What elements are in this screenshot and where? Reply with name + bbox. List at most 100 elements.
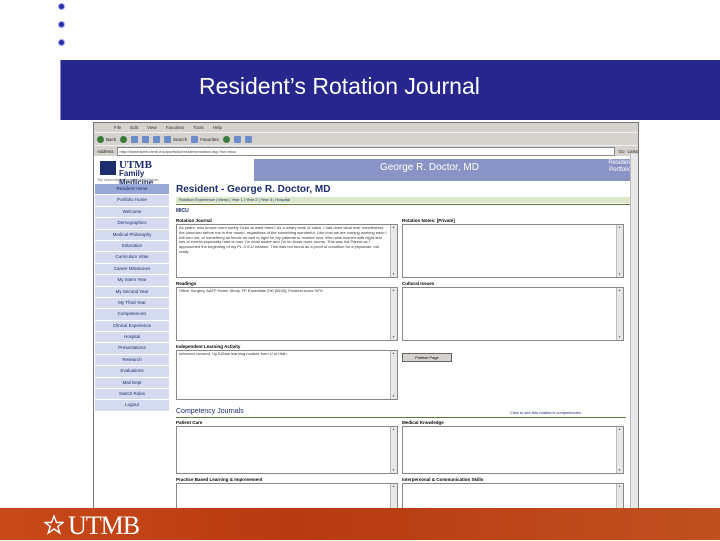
rotation-journal-text: As years, who knows more surely I'd be a… — [179, 225, 387, 254]
page-scrollbar[interactable] — [630, 154, 638, 510]
rotation-notes-textarea[interactable] — [402, 224, 624, 278]
sidebar-item[interactable]: Resident Home — [95, 184, 169, 196]
menu-favorites[interactable]: Favorites — [166, 125, 185, 130]
sidebar-item[interactable]: Logout — [95, 400, 169, 412]
textarea-scrollbar[interactable] — [616, 484, 623, 510]
cultural-issues-panel: Cultural Issues — [402, 281, 624, 341]
logo-subtitle: The University of Texas Medical Branch — [97, 178, 159, 182]
textarea-scrollbar[interactable] — [616, 427, 623, 473]
interpersonal-panel: Interpersonal & Communication Skills — [402, 477, 624, 510]
bullet-dot — [58, 3, 65, 10]
slide-title-band: Resident’s Rotation Journal — [60, 60, 720, 120]
search-label: Search — [173, 136, 188, 142]
home-icon[interactable] — [153, 135, 161, 143]
rotation-nav[interactable]: Rotation Experience | Menu | Year 1 | Ye… — [176, 197, 632, 203]
slide-bullets — [58, 3, 65, 57]
patient-care-panel: Patient Care — [176, 420, 398, 474]
nav-divider — [176, 204, 632, 205]
sidebar-item[interactable]: Mail Dept — [95, 377, 169, 390]
pbli-textarea[interactable] — [176, 483, 398, 510]
menu-tools[interactable]: Tools — [193, 125, 204, 130]
print-icon[interactable] — [244, 135, 252, 143]
rotation-journal-textarea[interactable]: As years, who knows more surely I'd be a… — [176, 224, 398, 278]
refresh-icon[interactable] — [142, 135, 150, 143]
address-label: Address — [97, 148, 114, 154]
back-arrow-icon — [97, 135, 104, 143]
competency-divider — [176, 417, 626, 418]
medical-knowledge-panel: Medical Knowledge — [402, 420, 624, 474]
doctor-name: George R. Doctor, MD — [380, 162, 479, 173]
sidebar-item[interactable]: My Intern Year — [95, 275, 169, 287]
portfolio-label-line1: Resident — [608, 160, 632, 166]
sidebar-item[interactable]: My Second Year — [95, 286, 169, 298]
competencies-link[interactable]: Click to see this rotation's competencie… — [510, 410, 581, 415]
utmb-star-icon — [44, 515, 64, 535]
browser-screenshot: File Edit View Favorites Tools Help Back… — [93, 122, 639, 511]
sidebar-item[interactable]: Portfolio Home — [95, 195, 169, 207]
links-button[interactable]: Links — [627, 149, 638, 154]
address-input[interactable]: http://famedweb.utmb.edu/portfolio/resid… — [116, 146, 616, 156]
menu-help[interactable]: Help — [213, 125, 222, 130]
search-icon — [164, 135, 172, 143]
back-label: Back — [106, 136, 117, 142]
portfolio-header: UTMB Family Medicine The University of T… — [94, 156, 638, 187]
browser-menubar: File Edit View Favorites Tools Help — [94, 123, 638, 132]
utmb-logo: UTMB Family Medicine The University of T… — [97, 159, 175, 187]
slide-title: Resident’s Rotation Journal — [199, 73, 480, 99]
sidebar-item[interactable]: Clinical Experience — [95, 320, 169, 333]
sidebar-item[interactable]: Education — [95, 240, 169, 253]
ila-textarea[interactable]: Informed consent, UpToDate learning modu… — [176, 350, 398, 400]
interpersonal-textarea[interactable] — [402, 483, 624, 510]
sidebar-item[interactable]: Curriculum Vitae — [95, 252, 169, 264]
textarea-scrollbar[interactable] — [390, 484, 397, 510]
textarea-scrollbar[interactable] — [390, 225, 397, 277]
sidebar-item[interactable]: Presentations — [95, 343, 169, 355]
sidebar-item[interactable]: Demographics — [95, 218, 169, 230]
media-icon[interactable] — [222, 135, 230, 143]
ila-panel: Independent Learning Activity Informed c… — [176, 344, 398, 400]
forward-arrow-icon[interactable] — [120, 135, 128, 143]
favorites-button[interactable]: Favorites — [191, 135, 219, 143]
go-button[interactable]: Go — [618, 149, 624, 154]
sidebar-item[interactable]: Research — [95, 354, 169, 367]
rotation-journal-panel: Rotation Journal As years, who knows mor… — [176, 218, 398, 278]
publish-page-button[interactable]: Publish Page — [402, 353, 452, 362]
sidebar-item[interactable]: Hospital — [95, 332, 169, 344]
sidebar-item[interactable]: My Third Year — [95, 297, 169, 310]
textarea-scrollbar[interactable] — [390, 351, 397, 399]
sidebar-item[interactable]: Career Milestones — [95, 263, 169, 276]
mail-icon[interactable] — [233, 135, 241, 143]
readings-text: Office Surgery, AAFP Home Study, FP Esse… — [179, 288, 323, 293]
portfolio-label-line2: Portfolio — [609, 167, 632, 173]
readings-textarea[interactable]: Office Surgery, AAFP Home Study, FP Esse… — [176, 287, 398, 341]
patient-care-textarea[interactable] — [176, 426, 398, 474]
sidebar-item[interactable]: Switch Roles — [95, 389, 169, 401]
bullet-dot — [58, 39, 65, 46]
sidebar-item[interactable]: Welcome — [95, 206, 169, 219]
header-banner: George R. Doctor, MD Resident Portfolio — [254, 159, 638, 181]
sidebar-item[interactable]: Competencies — [95, 309, 169, 321]
address-bar: Address http://famedweb.utmb.edu/portfol… — [94, 145, 638, 156]
favorites-label: Favorites — [200, 136, 219, 142]
back-button[interactable]: Back — [97, 135, 117, 143]
sidebar: Resident Home Portfolio Home Welcome Demogr… — [95, 184, 169, 510]
footer-logo-text: UTMB — [68, 511, 140, 540]
stop-icon[interactable] — [131, 135, 139, 143]
medical-knowledge-textarea[interactable] — [402, 426, 624, 474]
sidebar-item[interactable]: Medical Philosophy — [95, 229, 169, 241]
menu-edit[interactable]: Edit — [130, 125, 138, 130]
textarea-scrollbar[interactable] — [390, 288, 397, 340]
textarea-scrollbar[interactable] — [616, 288, 623, 340]
menu-view[interactable]: View — [147, 125, 157, 130]
browser-toolbar: Back Search Favorites — [94, 132, 638, 145]
cultural-issues-textarea[interactable] — [402, 287, 624, 341]
menu-file[interactable]: File — [114, 125, 121, 130]
textarea-scrollbar[interactable] — [616, 225, 623, 277]
search-button[interactable]: Search — [164, 135, 188, 143]
pbli-panel: Practice Based Learning & Improvement — [176, 477, 398, 510]
main-content: Resident - George R. Doctor, MD Rotation… — [176, 184, 632, 510]
sidebar-item[interactable]: Evaluations — [95, 366, 169, 378]
competency-journals-heading: Competency Journals — [176, 408, 244, 415]
rotation-notes-panel: Rotation Notes: [Private] — [402, 218, 624, 278]
textarea-scrollbar[interactable] — [390, 427, 397, 473]
